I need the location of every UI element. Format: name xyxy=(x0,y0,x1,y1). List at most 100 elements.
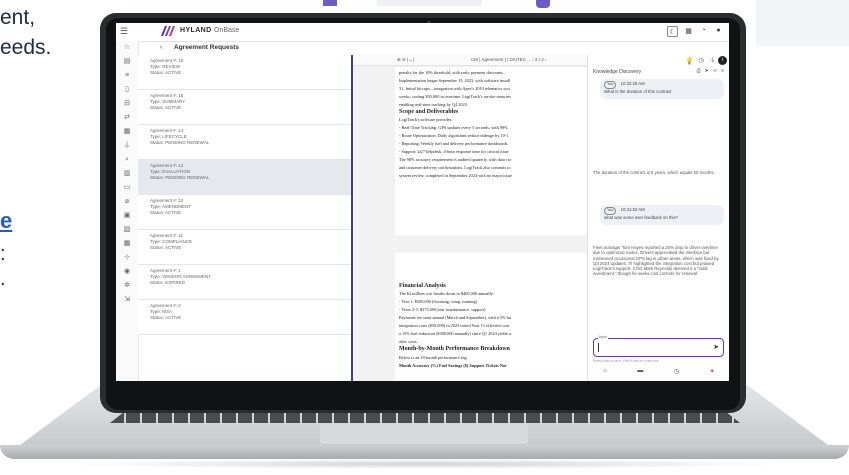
grid-icon[interactable]: ▦ xyxy=(122,239,132,248)
send-button[interactable]: ➤ xyxy=(713,343,719,351)
background-tail: : xyxy=(0,243,6,265)
background-line: eeds. xyxy=(0,36,52,59)
background-line: ent, xyxy=(0,6,36,29)
user-question: You 10:41:52 AM what was some user feedb… xyxy=(600,205,724,225)
list-icon[interactable]: ≡ xyxy=(122,71,132,80)
agreement-card[interactable]: Agreement #: 11 Type: COMPLIANCE Status:… xyxy=(138,230,351,265)
user-icon[interactable]: ● xyxy=(714,26,723,35)
lightbulb-icon[interactable]: 💡 xyxy=(685,57,694,65)
laptop-trackpad xyxy=(320,424,528,444)
agreement-list: Agreement #: 16 Type: REVIEW Status: ACT… xyxy=(138,55,353,381)
doc-paragraph: a 15% fuel reduction ($300,000 annually)… xyxy=(399,330,512,336)
logo-text: HYLAND xyxy=(180,27,212,34)
filter-icon[interactable]: ⏚ xyxy=(122,141,132,150)
history-icon[interactable]: ◷ xyxy=(699,57,704,64)
doc-paragraph: The $2 million cost breaks down to $400,… xyxy=(399,291,495,297)
assistant-answer: The duration of the contract is 5 years,… xyxy=(593,170,715,175)
attachment-icon[interactable]: ⌀ xyxy=(122,197,132,206)
panel-toolbar: 💡 ◷ ⤓ i xyxy=(588,55,729,67)
print-icon[interactable]: ⎙ xyxy=(697,68,701,74)
grid-icon[interactable]: ▦ xyxy=(684,26,693,35)
background-panel xyxy=(756,0,849,46)
menu-icon[interactable]: ☰ xyxy=(120,26,128,37)
send-icon[interactable]: ➤ xyxy=(705,68,709,74)
home-icon[interactable]: ⌂ xyxy=(603,368,607,380)
doc-bullet: - Support: 24/7 helpdesk, 4-hour respons… xyxy=(399,149,509,155)
inbox-icon[interactable]: ⊟ xyxy=(122,99,132,108)
message-time: 10:32:29 AM xyxy=(620,81,645,86)
doc-paragraph: Implementation began September 15, 2023,… xyxy=(399,77,511,83)
star-icon[interactable]: ☆ xyxy=(122,43,132,52)
doc-paragraph: system review, completed in September 20… xyxy=(399,172,512,178)
app-header: ☰ HYLAND OnBase ☾ ▦ ◔ ● xyxy=(116,23,729,42)
agreement-status: Status: ACTIVE xyxy=(150,245,182,250)
background-link[interactable]: e xyxy=(0,208,12,234)
sliders-icon[interactable]: ⊹ xyxy=(122,253,132,262)
document-title: CM | Agreement | | DAITEC ... ‹ 2 / 2 › xyxy=(471,57,547,62)
user-question: You 10:32:29 AM What is the duration of … xyxy=(600,79,724,99)
settings-icon[interactable]: ✲ xyxy=(122,281,132,290)
user-chip: You xyxy=(604,207,617,215)
search-icon[interactable]: ⌕ xyxy=(122,155,132,164)
logout-icon[interactable]: ⇲ xyxy=(122,295,132,304)
question-text: what was some user feedback on this? xyxy=(604,214,679,220)
info-icon[interactable]: i xyxy=(718,56,727,65)
zoom-controls[interactable]: ⊕ ⊖ |↔| xyxy=(397,57,414,63)
agreement-status: Status: ACTIVE xyxy=(150,210,182,215)
document-page-1: penalty for the 10% threshold, with earl… xyxy=(395,67,587,235)
agreement-card[interactable]: Agreement #: 14 Type: LIFECYCLE Status: … xyxy=(138,125,351,160)
sparkle-icon[interactable]: ✦ xyxy=(710,368,715,380)
agreement-status: Status: PENDING RENEWAL xyxy=(150,175,210,180)
background-tail-2: . xyxy=(0,268,6,290)
agreement-status: Status: PENDING RENEWAL xyxy=(150,140,210,145)
header-actions: ☾ ▦ ◔ ● xyxy=(667,26,723,37)
doc-paragraph: after costs. xyxy=(399,338,418,344)
history-icon[interactable]: ◷ xyxy=(674,368,679,380)
download-icon[interactable]: ⤓ xyxy=(711,57,714,64)
doc-paragraph: and customer delivery confirmations. Log… xyxy=(399,164,511,170)
laptop-shadow xyxy=(60,459,790,469)
hyland-logo-icon xyxy=(161,26,175,36)
agreement-status: Status: EXPIRED xyxy=(150,280,186,285)
notes-icon[interactable]: ▧ xyxy=(122,225,132,234)
document-icon[interactable]: ▤ xyxy=(122,57,132,66)
doc-paragraph: enabling real-time tracking by Q4 2023. xyxy=(399,101,468,107)
agreement-card[interactable]: Agreement #: 2 Type: MSA Status: ACTIVE xyxy=(138,300,351,335)
agreement-card[interactable]: Agreement #: 12 Type: AMENDMENT Status: … xyxy=(138,195,351,230)
background-text: ent, eeds. xyxy=(0,4,51,64)
laptop-base-front xyxy=(0,445,849,459)
calendar-icon[interactable]: ▦ xyxy=(122,127,132,136)
doc-paragraph: 31. Initial hiccups—integration with Ape… xyxy=(399,85,511,91)
bell-icon[interactable]: ◔ xyxy=(699,26,708,35)
folder-icon[interactable]: ▭ xyxy=(122,183,132,192)
agreement-card-selected[interactable]: Agreement #: 13 Type: EVALUATION Status:… xyxy=(138,160,351,195)
folder-icon[interactable]: ▬ xyxy=(637,368,643,380)
agreement-card[interactable]: Agreement #: 1 Type: VENDOR AGREEMENT St… xyxy=(138,265,351,300)
doc-bullet: - Route Optimization: Daily algorithms r… xyxy=(399,133,509,139)
filter-icon[interactable]: ≡ xyxy=(721,68,724,74)
input-hint: Press Enter to send, Shift+Enter for a n… xyxy=(593,359,660,363)
doc-bullet: - Real-Time Tracking: GPS updates every … xyxy=(399,125,508,131)
doc-paragraph: Below is an 18-month performance log: xyxy=(399,354,468,360)
file-icon[interactable]: ▯ xyxy=(122,85,132,94)
viewer-toolbar: ⊕ ⊖ |↔| CM | Agreement | | DAITEC ... ‹ … xyxy=(353,55,587,66)
moon-icon[interactable]: ☾ xyxy=(667,26,678,37)
nav-rail: ☆ ▤ ≡ ▯ ⊟ ⇄ ▦ ⏚ ⌕ ▥ ▭ ⌀ ▣ ▧ ▦ ⊹ ◉ ✲ ⇲ xyxy=(116,41,139,381)
text-cursor xyxy=(598,343,599,352)
back-button[interactable]: ‹ xyxy=(160,44,162,51)
question-input[interactable]: Input ➤ xyxy=(593,335,724,357)
doc-bullet: - Reporting: Weekly fuel and delivery pe… xyxy=(399,141,509,147)
document-viewer: ⊕ ⊖ |↔| CM | Agreement | | DAITEC ... ‹ … xyxy=(353,55,587,381)
doc-paragraph: Payments are semi-annual (March and Sept… xyxy=(399,315,511,321)
panel-bottom-nav: ⌂ ▬ ◷ ✦ xyxy=(588,368,729,380)
doc-paragraph: integration costs ($50,000) in 2023 rais… xyxy=(399,323,510,329)
doc-table-header: Month Accuracy (%) Fuel Savings ($) Supp… xyxy=(399,362,507,368)
image-icon[interactable]: ▣ xyxy=(122,211,132,220)
agreement-card[interactable]: Agreement #: 15 Type: SUMMARY Status: AC… xyxy=(138,90,351,125)
share-icon[interactable]: ⋖ xyxy=(713,68,717,74)
compare-icon[interactable]: ⇄ xyxy=(122,113,132,122)
agreement-card[interactable]: Agreement #: 16 Type: REVIEW Status: ACT… xyxy=(138,55,351,90)
person-icon[interactable]: ◉ xyxy=(122,267,132,276)
table-icon[interactable]: ▥ xyxy=(122,169,132,178)
doc-bullet: - Years 2-5: $375,000/year (maintenance,… xyxy=(399,307,486,313)
